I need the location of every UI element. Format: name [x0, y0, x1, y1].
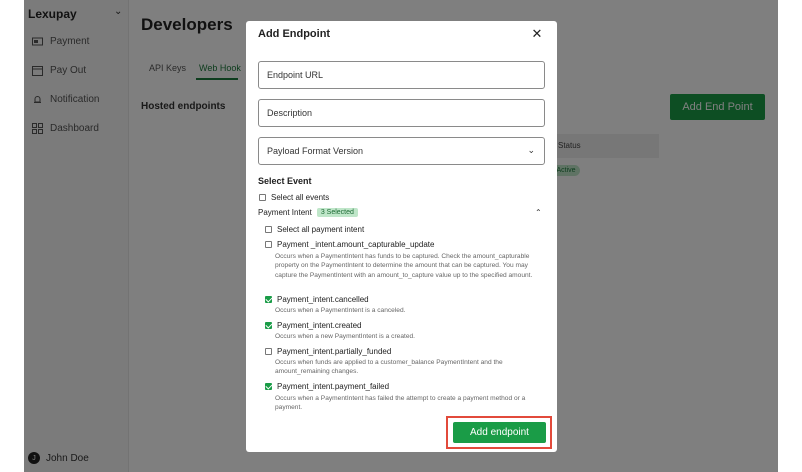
event-description: Occurs when a PaymentIntent has funds to…	[275, 253, 533, 279]
checkbox[interactable]	[259, 194, 266, 201]
selected-count-badge: 3 Selected	[316, 208, 358, 217]
event-option[interactable]: Payment_intent.partially_funded	[265, 347, 391, 356]
payment-intent-group-header[interactable]: Payment Intent 3 Selected	[258, 208, 358, 217]
event-description: Occurs when a PaymentIntent is a cancele…	[275, 307, 406, 314]
endpoint-url-input[interactable]	[267, 70, 536, 80]
event-name: Payment_intent.cancelled	[277, 295, 369, 304]
event-description: Occurs when a new PaymentIntent is a cre…	[275, 333, 416, 340]
add-endpoint-modal: Add Endpoint ✕ Payload Format Version ⌄ …	[246, 21, 557, 452]
checkbox-label: Select all events	[271, 193, 330, 202]
description-input[interactable]	[267, 108, 536, 118]
description-field[interactable]	[258, 99, 545, 127]
event-option[interactable]: Payment _intent.amount_capturable_update	[265, 240, 434, 249]
chevron-down-icon: ⌄	[527, 145, 535, 155]
event-name: Payment _intent.amount_capturable_update	[277, 240, 435, 249]
event-name: Payment_intent.payment_failed	[277, 382, 390, 391]
checkbox-checked[interactable]	[265, 296, 272, 303]
payload-format-select[interactable]: Payload Format Version ⌄	[258, 137, 545, 165]
modal-title: Add Endpoint	[258, 28, 331, 40]
event-name: Payment_intent.created	[277, 321, 362, 330]
select-all-events-checkbox[interactable]: Select all events	[259, 193, 329, 202]
add-endpoint-button[interactable]: Add endpoint	[453, 422, 546, 443]
checkbox[interactable]	[265, 226, 272, 233]
event-option[interactable]: Payment_intent.created	[265, 321, 362, 330]
chevron-up-icon[interactable]: ⌃	[535, 208, 542, 217]
highlight-box: Add endpoint	[446, 416, 552, 449]
payload-format-value: Payload Format Version	[267, 146, 364, 156]
checkbox-checked[interactable]	[265, 383, 272, 390]
group-name: Payment Intent	[258, 208, 312, 217]
event-description: Occurs when a PaymentIntent has failed t…	[275, 395, 526, 412]
event-name: Payment_intent.partially_funded	[277, 347, 392, 356]
checkbox[interactable]	[265, 241, 272, 248]
checkbox-label: Select all payment intent	[277, 225, 365, 234]
event-description: Occurs when funds are applied to a custo…	[275, 359, 503, 376]
select-event-label: Select Event	[258, 176, 312, 186]
checkbox-checked[interactable]	[265, 322, 272, 329]
checkbox[interactable]	[265, 348, 272, 355]
endpoint-url-field[interactable]	[258, 61, 545, 89]
event-option[interactable]: Payment_intent.cancelled	[265, 295, 369, 304]
select-all-payment-intent-checkbox[interactable]: Select all payment intent	[265, 225, 364, 234]
event-option[interactable]: Payment_intent.payment_failed	[265, 382, 389, 391]
close-icon[interactable]: ✕	[529, 26, 545, 42]
